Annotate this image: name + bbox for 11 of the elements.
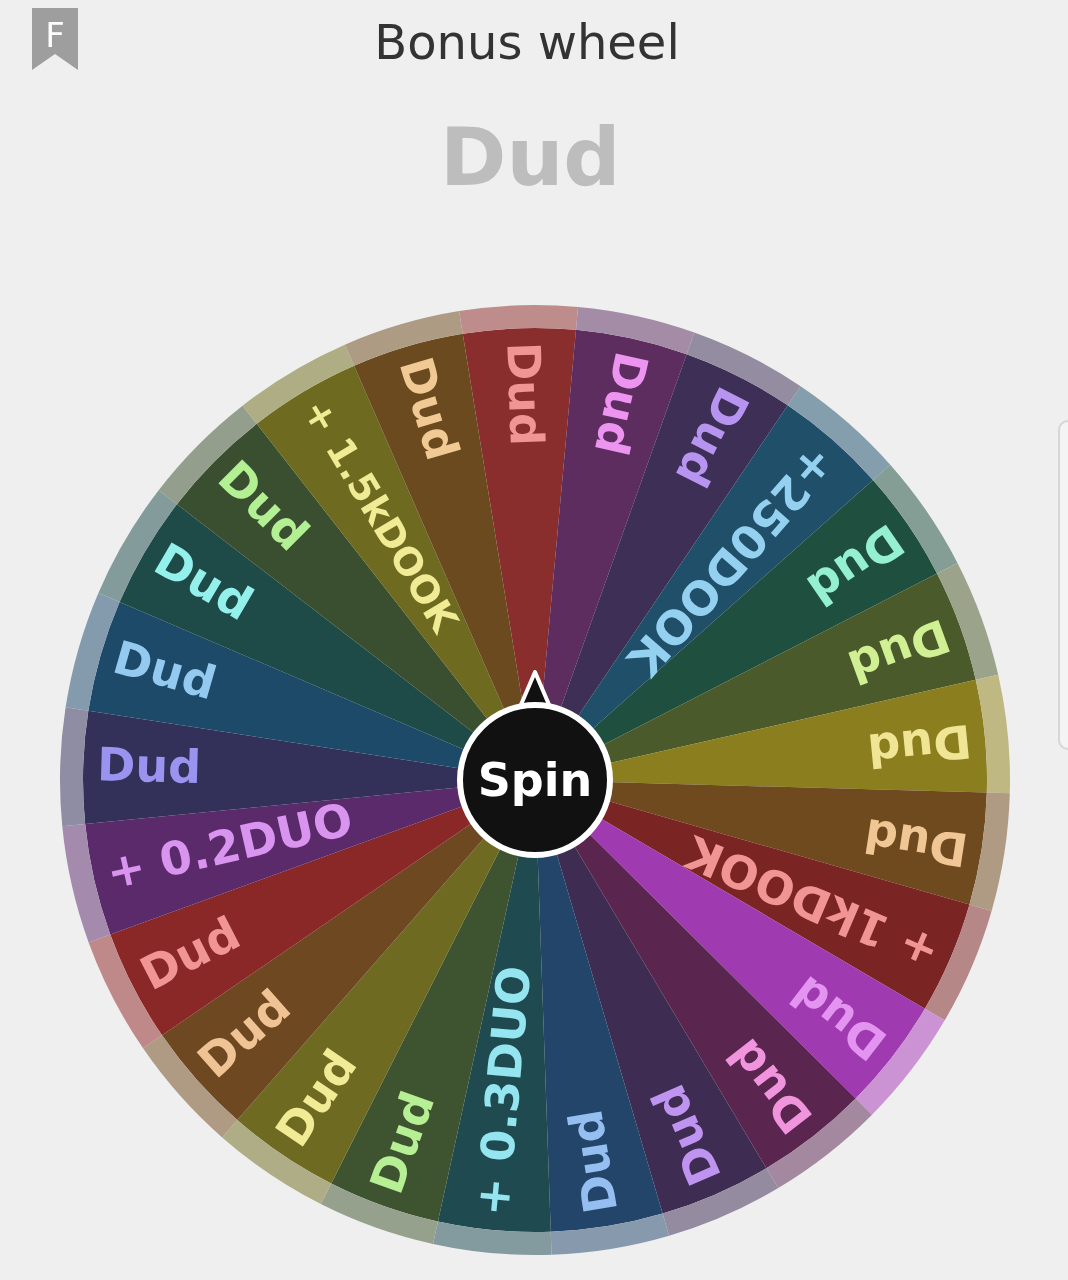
segment-label: Dud	[107, 629, 223, 711]
segment-label: Dud	[131, 905, 249, 1002]
segment-label: Dud	[496, 341, 554, 447]
segment-label: Dud	[583, 347, 659, 461]
screen-title: Bonus wheel	[374, 13, 680, 72]
segment-label: + 0.3DUO	[464, 963, 542, 1219]
segment-label: Dud	[865, 713, 974, 778]
segment-label: Dud	[558, 1106, 629, 1218]
segment-label: Dud	[840, 608, 957, 695]
segment-label: Dud	[359, 1084, 446, 1201]
segment-label: Dud	[640, 1076, 732, 1194]
